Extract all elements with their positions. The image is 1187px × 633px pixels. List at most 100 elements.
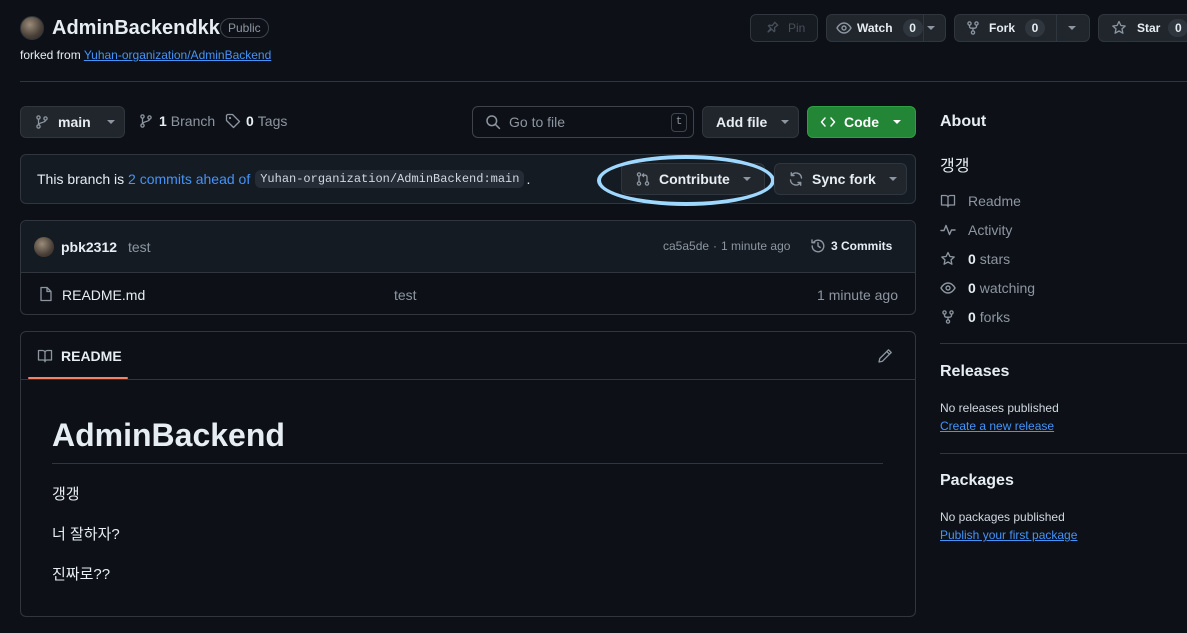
branch-name: main xyxy=(58,114,91,130)
readme-link-label: Readme xyxy=(968,193,1021,209)
add-file-label: Add file xyxy=(716,114,768,130)
commit-separator: · xyxy=(713,239,718,253)
branch-count-label: Branch xyxy=(170,113,216,129)
commits-history-link[interactable]: 3 Commits xyxy=(810,238,892,254)
tag-count: 0 xyxy=(246,113,254,129)
commit-meta: ca5a5de · 1 minute ago xyxy=(663,239,790,253)
forked-from: forked from Yuhan-organization/AdminBack… xyxy=(20,48,271,62)
tag-count-label: Tags xyxy=(257,113,288,129)
stars-label: stars xyxy=(979,251,1011,267)
readme-line: 갱갱 xyxy=(52,486,80,503)
chevron-down-icon xyxy=(106,120,115,124)
eye-icon xyxy=(836,22,852,34)
pencil-icon[interactable] xyxy=(877,348,893,364)
star-icon xyxy=(941,251,955,265)
code-button[interactable]: Code xyxy=(807,106,916,138)
repo-name[interactable]: AdminBackendkk xyxy=(52,16,220,40)
forks-link[interactable]: 0 forks xyxy=(940,307,1010,327)
visibility-badge: Public xyxy=(220,18,269,38)
sidebar-divider xyxy=(940,453,1187,454)
readme-line: 진짜로?? xyxy=(52,566,111,583)
pin-button: Pin xyxy=(750,14,818,42)
commit-time: 1 minute ago xyxy=(721,239,791,253)
sidebar-divider xyxy=(940,343,1187,344)
upstream-ref: Yuhan-organization/AdminBackend:main xyxy=(255,170,525,188)
file-name[interactable]: README.md xyxy=(62,287,145,303)
tags-link[interactable]: 0 Tags xyxy=(225,113,287,129)
tag-icon xyxy=(225,113,241,129)
branches-link[interactable]: 1 Branch xyxy=(138,113,215,129)
add-file-button[interactable]: Add file xyxy=(702,106,799,138)
book-icon xyxy=(37,349,53,363)
forks-count: 0 xyxy=(968,309,976,325)
branch-icon xyxy=(140,114,152,128)
sync-fork-button[interactable]: Sync fork xyxy=(774,163,907,195)
forked-from-link[interactable]: Yuhan-organization/AdminBackend xyxy=(84,48,271,62)
branch-count: 1 xyxy=(159,113,167,129)
commit-message[interactable]: test xyxy=(128,239,151,255)
chevron-down-icon xyxy=(888,177,897,181)
releases-heading[interactable]: Releases xyxy=(940,363,1009,381)
fork-button[interactable]: Fork 0 xyxy=(954,14,1090,42)
about-heading: About xyxy=(940,113,987,130)
book-icon xyxy=(940,194,956,208)
forks-label: forks xyxy=(979,309,1011,325)
go-to-file-placeholder: Go to file xyxy=(509,114,566,130)
sync-fork-label: Sync fork xyxy=(812,171,876,187)
chevron-down-icon[interactable] xyxy=(1068,26,1076,30)
readme-panel xyxy=(20,331,916,617)
star-button[interactable]: Star 0 xyxy=(1098,14,1187,42)
watch-count: 0 xyxy=(902,19,923,37)
file-icon xyxy=(40,286,52,302)
commit-author[interactable]: pbk2312 xyxy=(61,239,117,255)
owner-avatar[interactable] xyxy=(20,16,44,40)
star-count: 0 xyxy=(1168,19,1187,37)
stars-link[interactable]: 0 stars xyxy=(940,249,1010,269)
header-divider xyxy=(20,81,1187,82)
forked-from-label: forked from xyxy=(20,48,84,62)
go-to-file-input[interactable]: Go to file t xyxy=(472,106,694,138)
watching-label: watching xyxy=(979,280,1036,296)
fork-count: 0 xyxy=(1025,19,1046,37)
star-icon xyxy=(1112,20,1126,34)
watching-count: 0 xyxy=(968,280,976,296)
packages-heading[interactable]: Packages xyxy=(940,472,1014,490)
fork-icon xyxy=(942,310,954,324)
packages-empty: No packages published xyxy=(940,510,1065,524)
file-row[interactable]: README.md test 1 minute ago xyxy=(21,274,915,314)
pin-label: Pin xyxy=(788,21,806,35)
eye-icon xyxy=(940,282,956,294)
fork-label: Fork xyxy=(989,21,1016,35)
search-icon xyxy=(486,115,501,130)
pin-icon xyxy=(767,21,779,33)
watch-label: Watch xyxy=(857,21,893,35)
chevron-down-icon xyxy=(893,120,901,124)
releases-empty: No releases published xyxy=(940,401,1059,415)
branch-status-suffix: . xyxy=(526,171,531,187)
publish-package-link[interactable]: Publish your first package xyxy=(940,528,1077,542)
history-icon xyxy=(811,239,825,253)
sync-icon xyxy=(789,172,803,186)
contribute-highlight-ring xyxy=(597,155,775,206)
code-label: Code xyxy=(844,114,879,130)
readme-tab[interactable]: README xyxy=(37,348,122,364)
chevron-down-icon[interactable] xyxy=(927,26,935,30)
create-release-link[interactable]: Create a new release xyxy=(940,419,1054,433)
file-commit-message[interactable]: test xyxy=(394,287,417,303)
code-icon xyxy=(820,117,836,127)
file-commit-time: 1 minute ago xyxy=(817,287,898,303)
commits-ahead-link[interactable]: 2 commits ahead of xyxy=(128,171,250,187)
readme-line: 너 잘하자? xyxy=(52,526,120,543)
activity-link[interactable]: Activity xyxy=(940,220,1012,240)
readme-title: AdminBackend xyxy=(52,417,285,453)
watching-link[interactable]: 0 watching xyxy=(940,278,1035,298)
commit-hash[interactable]: ca5a5de xyxy=(663,239,709,253)
readme-title-divider xyxy=(52,463,883,464)
stars-count: 0 xyxy=(968,251,976,267)
watch-button[interactable]: Watch 0 xyxy=(826,14,946,42)
readme-link[interactable]: Readme xyxy=(940,191,1021,211)
readme-header-divider xyxy=(21,379,915,380)
branch-status-text: This branch is 2 commits ahead of Yuhan-… xyxy=(37,170,530,188)
branch-select[interactable]: main xyxy=(20,106,125,138)
commit-author-avatar[interactable] xyxy=(34,237,54,257)
